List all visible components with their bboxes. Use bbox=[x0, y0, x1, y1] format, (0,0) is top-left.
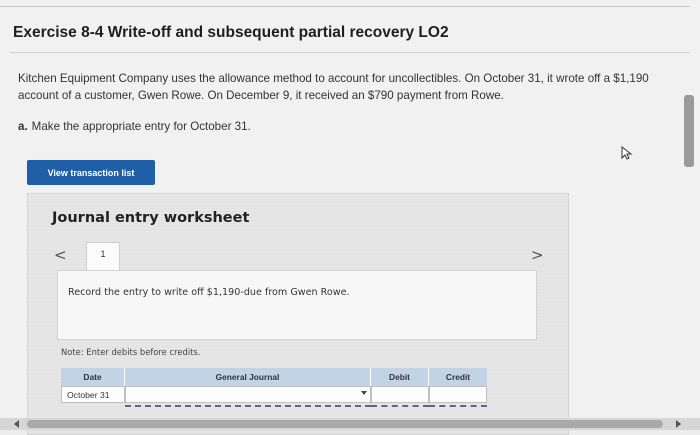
credit-column-header: Credit bbox=[429, 368, 487, 386]
page: Exercise 8-4 Write-off and subsequent pa… bbox=[0, 0, 700, 435]
next-entry-button[interactable]: > bbox=[531, 246, 544, 264]
exercise-description: Kitchen Equipment Company uses the allow… bbox=[18, 72, 649, 102]
scroll-left-arrow-icon[interactable] bbox=[14, 420, 19, 428]
horizontal-scrollbar-thumb[interactable] bbox=[27, 420, 663, 428]
journal-entry-worksheet: Journal entry worksheet < 1 > Record the… bbox=[27, 193, 569, 435]
dropdown-arrow-icon bbox=[361, 391, 367, 395]
next-row-debit-divider bbox=[371, 405, 429, 413]
next-row-credit-divider bbox=[429, 405, 487, 413]
part-a: a. Make the appropriate entry for October… bbox=[18, 120, 251, 133]
prev-entry-button[interactable]: < bbox=[54, 246, 67, 264]
credit-input[interactable] bbox=[429, 386, 487, 403]
entry-tab-number: 1 bbox=[100, 249, 106, 259]
exercise-title: Exercise 8-4 Write-off and subsequent pa… bbox=[13, 24, 449, 41]
part-letter: a. bbox=[18, 120, 28, 133]
scroll-right-arrow-icon[interactable] bbox=[676, 420, 681, 428]
top-divider bbox=[0, 6, 690, 7]
title-divider bbox=[10, 52, 690, 53]
date-column-header: Date bbox=[61, 368, 125, 386]
part-text: Make the appropriate entry for October 3… bbox=[31, 120, 251, 133]
general-journal-column-header: General Journal bbox=[125, 368, 371, 386]
entry-note: Note: Enter debits before credits. bbox=[61, 347, 201, 357]
vertical-scrollbar-thumb[interactable] bbox=[684, 95, 694, 167]
worksheet-title: Journal entry worksheet bbox=[52, 210, 250, 226]
entry-prompt: Record the entry to write off $1,190-due… bbox=[68, 287, 350, 298]
view-transaction-list-button[interactable]: View transaction list bbox=[27, 160, 155, 185]
next-row-account-divider bbox=[125, 405, 371, 413]
entry-tab-1[interactable]: 1 bbox=[86, 242, 120, 270]
mouse-pointer-icon bbox=[621, 146, 633, 160]
account-select[interactable] bbox=[125, 386, 371, 403]
debit-input[interactable] bbox=[371, 386, 429, 403]
date-cell[interactable]: October 31 bbox=[61, 386, 125, 403]
entry-prompt-box: Record the entry to write off $1,190-due… bbox=[57, 270, 537, 340]
debit-column-header: Debit bbox=[371, 368, 429, 386]
